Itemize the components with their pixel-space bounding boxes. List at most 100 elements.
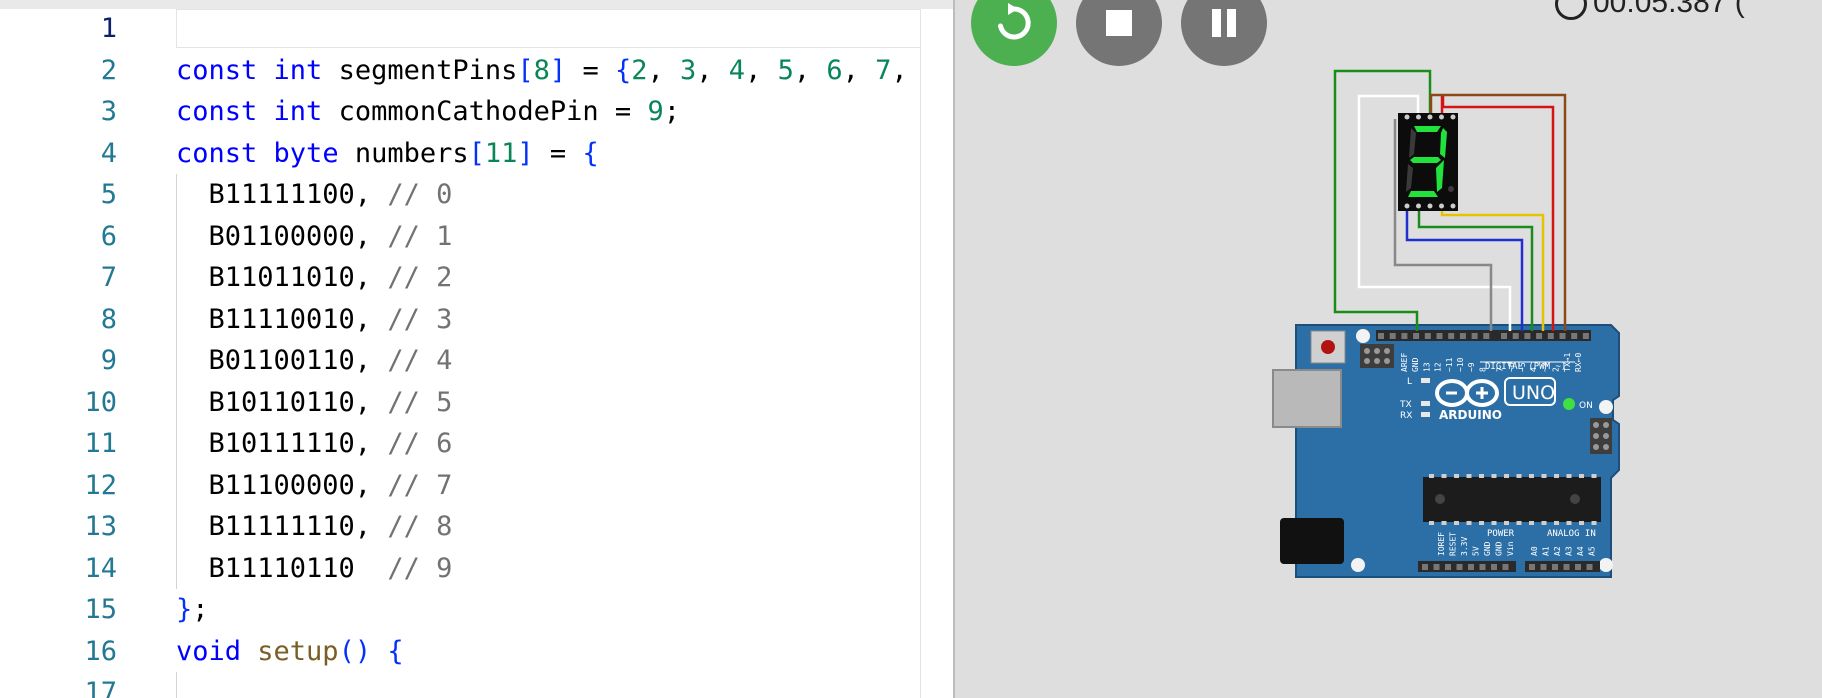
code-line[interactable]: 4 const byte numbers[11] = { [0,133,953,175]
header-pin[interactable] [1479,564,1486,570]
simulator-pane[interactable]: 00:05.387 (AREF GND 13 12 ~11 ~10 ~9 8 … [955,0,1822,698]
header-pin[interactable] [1413,333,1420,339]
display-pin[interactable] [1450,203,1456,209]
code-text[interactable]: B11111110, // 8 [176,506,453,548]
editor-overview-ruler[interactable] [920,9,921,698]
code-line[interactable]: 15}; [0,589,953,631]
code-line[interactable]: 5 B11111100, // 0 [0,174,953,216]
header-pin[interactable] [1529,564,1535,570]
header-pin[interactable] [1501,333,1507,339]
wire-yellow[interactable] [1440,207,1545,331]
code-token: 9 [647,96,664,127]
header-pin[interactable] [1512,333,1519,339]
code-line[interactable]: 12 B11100000, // 7 [0,464,953,507]
header-pin[interactable] [1502,564,1509,570]
code-text[interactable]: B01100000, // 1 [176,216,453,258]
header-pin[interactable] [1424,333,1431,339]
display-pin[interactable] [1450,114,1456,120]
code-line[interactable]: 13 B11111110, // 8 [0,506,953,548]
code-line[interactable]: 8 B11110010, // 3 [0,298,953,341]
code-text[interactable]: B11110010, // 3 [176,299,453,341]
code-token: // 6 [387,428,453,459]
line-number: 2 [100,54,117,86]
pin-label: AREF [1400,353,1409,372]
code-line[interactable]: 14 B11110110 // 9 [0,547,953,590]
header-pin[interactable] [1524,333,1531,339]
header-pin[interactable] [1448,333,1455,339]
code-text[interactable]: B11111100, // 0 [176,174,453,216]
header-pin[interactable] [1389,333,1396,339]
display-pin[interactable] [1404,203,1410,209]
display-pin[interactable] [1439,203,1444,209]
on-label: ON [1579,401,1593,411]
header-pin[interactable] [1552,564,1558,570]
code-text[interactable]: const int segmentPins[8] = {2, 3, 4, 5, … [176,50,908,92]
header-pin[interactable] [1491,564,1497,570]
code-text[interactable]: const int commonCathodePin = 9; [176,91,680,133]
code-text[interactable]: B10110110, // 5 [176,382,453,424]
code-editor[interactable]: 1 2 const int segmentPins[8] = {2, 3, 4, 5… [0,0,953,698]
header-pin[interactable] [1471,333,1478,339]
header-pin[interactable] [1536,333,1543,339]
code-text[interactable]: B11100000, // 7 [176,465,453,507]
seven-segment-display[interactable] [1398,113,1458,211]
wire-green[interactable] [1417,207,1534,331]
code-token: B01100000, [176,220,388,252]
code-line[interactable]: 2 const int segmentPins[8] = {2, 3, 4, 5,… [0,50,953,92]
circuit-canvas[interactable]: AREF GND 13 12 ~11 ~10 ~9 8 7 ~6 ~5 4 ~3 2 TX→1 RX←0 DI… [955,0,1822,698]
header-pin[interactable] [1483,333,1490,339]
code-line[interactable]: 3 const int commonCathodePin = 9; [0,91,953,133]
code-token: // 2 [387,262,453,293]
code-text[interactable]: }; [176,589,209,631]
code-token: // 8 [387,511,453,542]
header-pin[interactable] [1586,564,1593,570]
header-pin[interactable] [1559,333,1566,339]
code-text[interactable]: B11011010, // 2 [176,257,453,299]
code-line[interactable]: 11 B10111110, // 6 [0,423,953,465]
arduino-uno-board[interactable]: AREF GND 13 12 ~11 ~10 ~9 8 7 ~6 ~5 4 ~3 2 TX→1 RX←0 DI… [1272,324,1620,578]
code-token: , [842,54,876,86]
header-pin[interactable] [1436,333,1443,339]
pin-label: A5 [1588,546,1597,556]
code-text[interactable]: B01100110, // 4 [176,340,453,382]
header-pin[interactable] [1571,333,1578,339]
display-pin[interactable] [1416,114,1421,120]
display-pin[interactable] [1404,114,1410,120]
brand-label: ARDUINO [1439,408,1502,422]
header-pin[interactable] [1582,333,1589,339]
display-pin[interactable] [1439,114,1444,120]
code-line[interactable]: 17 [0,672,953,698]
code-token: , [793,54,827,86]
reset-button-cap[interactable] [1321,340,1335,354]
header-pin[interactable] [1401,333,1408,339]
display-pin[interactable] [1416,203,1421,209]
code-line[interactable]: 9 B01100110, // 4 [0,340,953,382]
display-pin[interactable] [1427,114,1433,120]
header-pin[interactable] [1547,333,1554,339]
header-pin[interactable] [1378,333,1384,339]
header-pin[interactable] [1575,564,1581,570]
wire-blue[interactable] [1405,207,1524,331]
mounting-hole [1599,558,1613,572]
header-pin[interactable] [1422,564,1428,570]
display-pin[interactable] [1427,203,1433,209]
code-line[interactable]: 10 B10110110, // 5 [0,381,953,424]
code-line[interactable]: 7 B11011010, // 2 [0,257,953,299]
code-text[interactable]: const byte numbers[11] = { [176,133,599,175]
header-pin[interactable] [1468,564,1474,570]
header-pin[interactable] [1459,333,1466,339]
code-text[interactable]: B11110110 // 9 [176,548,453,590]
code-line[interactable]: 16 void setup() { [0,631,953,673]
code-line[interactable]: 1 [0,8,953,50]
header-pin[interactable] [1540,564,1547,570]
header-pin[interactable] [1445,564,1451,570]
code-text[interactable]: void setup() { [176,631,404,673]
code-line[interactable]: 6 B01100000, // 1 [0,215,953,258]
chip-pin [1454,474,1459,478]
pin-label: 5V [1472,546,1481,556]
code-token: B11111110, [176,511,388,542]
header-pin[interactable] [1456,564,1463,570]
header-pin[interactable] [1433,564,1440,570]
code-text[interactable]: B10111110, // 6 [176,423,453,465]
header-pin[interactable] [1563,564,1570,570]
